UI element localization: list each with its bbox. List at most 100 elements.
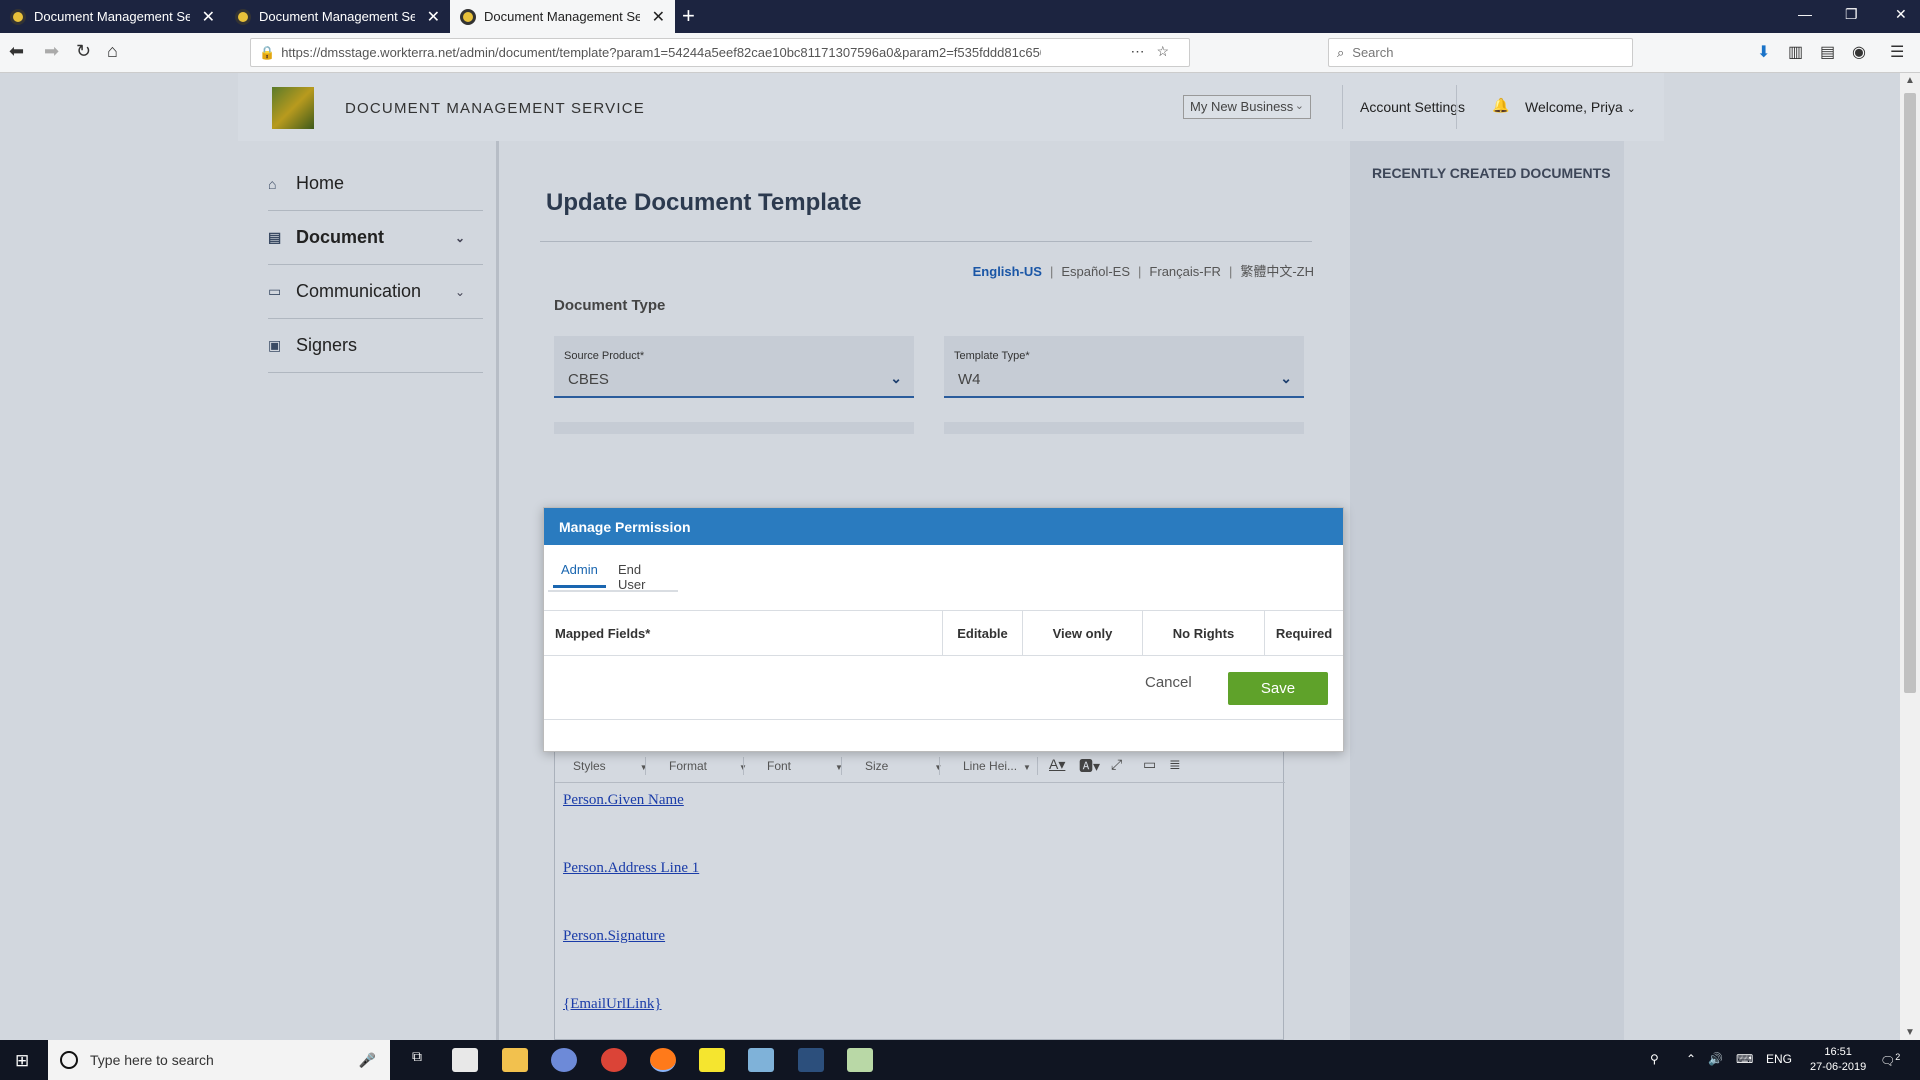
- user-menu[interactable]: Welcome, Priya ⌄: [1525, 99, 1636, 115]
- lock-icon: 🔒: [259, 44, 276, 60]
- sidebar-item-signers[interactable]: ▣ Signers: [268, 319, 483, 373]
- maximize-icon[interactable]: ⤢: [1111, 756, 1122, 773]
- notification-count: 2: [1895, 1052, 1901, 1062]
- mail-app-icon[interactable]: [452, 1048, 478, 1072]
- chevron-down-icon: ⌄: [1626, 103, 1636, 115]
- browser-tab[interactable]: Document Management Servic ✕: [0, 0, 225, 33]
- sticky-notes-icon[interactable]: [699, 1048, 725, 1072]
- sidebar-item-document[interactable]: ▤ Document ⌄: [268, 211, 483, 265]
- bell-icon[interactable]: 🔔: [1492, 97, 1509, 114]
- reload-icon[interactable]: ↻: [76, 41, 91, 62]
- account-icon[interactable]: ◉: [1852, 42, 1866, 62]
- lang-french[interactable]: Français-FR: [1149, 264, 1221, 279]
- back-icon[interactable]: ⬅: [9, 41, 24, 62]
- tab-admin[interactable]: Admin: [553, 562, 606, 588]
- close-tab-icon[interactable]: ✕: [427, 7, 440, 27]
- forward-icon[interactable]: ➡: [44, 41, 59, 62]
- styles-dropdown[interactable]: Styles ▼: [573, 759, 648, 773]
- search-icon: ⌕: [1337, 44, 1345, 60]
- windows-start-icon[interactable]: ⊞: [15, 1051, 29, 1071]
- logo[interactable]: [272, 87, 314, 129]
- cancel-button[interactable]: Cancel: [1139, 673, 1198, 692]
- system-clock[interactable]: 16:51 27-06-2019: [1810, 1045, 1866, 1075]
- file-explorer-icon[interactable]: [502, 1048, 528, 1072]
- business-select[interactable]: My New Business ⌄: [1183, 95, 1311, 119]
- page-actions-icon[interactable]: ⋯☆: [1130, 43, 1181, 60]
- size-dropdown[interactable]: Size▼: [865, 759, 942, 773]
- taskbar-search-input[interactable]: Type here to search 🎤: [48, 1040, 390, 1080]
- browser-tab[interactable]: Document Management Servic ✕: [225, 0, 450, 33]
- tab-title: Document Management Servic: [484, 9, 640, 24]
- account-settings-link[interactable]: Account Settings: [1360, 99, 1465, 115]
- site-favicon-icon: [10, 8, 26, 25]
- visual-studio-icon[interactable]: [798, 1048, 824, 1072]
- lang-spanish[interactable]: Español-ES: [1061, 264, 1130, 279]
- line-height-dropdown[interactable]: Line Hei... ▼: [963, 759, 1031, 773]
- signers-icon: ▣: [268, 337, 282, 353]
- chevron-down-icon: ⌄: [1280, 370, 1292, 386]
- source-product-select[interactable]: Source Product* CBES ⌄: [554, 336, 914, 398]
- scrollbar-thumb[interactable]: [1904, 93, 1916, 693]
- people-icon[interactable]: ⚲: [1650, 1052, 1659, 1066]
- permission-table-header: Mapped Fields* Editable View only No Rig…: [544, 610, 1343, 656]
- sidebar-icon[interactable]: ▤: [1820, 42, 1835, 62]
- sidebar-item-home[interactable]: ⌂ Home: [268, 157, 483, 211]
- firefox-icon[interactable]: [650, 1048, 676, 1072]
- tab-end-user[interactable]: End User: [610, 562, 678, 600]
- url-text[interactable]: https://dmsstage.workterra.net/admin/doc…: [281, 45, 1041, 60]
- chevron-up-icon[interactable]: ⌃: [1686, 1052, 1696, 1066]
- rich-text-editor[interactable]: Styles ▼ Format▼ Font▼ Size▼ Line Hei... ▼…: [554, 746, 1285, 1040]
- window-close-icon[interactable]: ✕: [1895, 6, 1907, 23]
- download-icon[interactable]: ⬇: [1757, 42, 1770, 62]
- format-dropdown[interactable]: Format▼: [669, 759, 747, 773]
- close-tab-icon[interactable]: ✕: [202, 7, 215, 27]
- field-value: CBES: [568, 371, 609, 388]
- field-label: Template Type*: [954, 350, 1030, 362]
- font-dropdown[interactable]: Font ▼: [767, 759, 843, 773]
- merge-field-link[interactable]: Person.Given Name: [563, 792, 684, 809]
- restore-icon[interactable]: ❐: [1845, 6, 1858, 23]
- chevron-down-icon: ⌄: [1294, 100, 1304, 112]
- divider: [645, 757, 646, 775]
- keyboard-icon[interactable]: ⌨: [1736, 1052, 1753, 1066]
- page-scrollbar[interactable]: ▲ ▼: [1900, 73, 1920, 1040]
- browser-tab-active[interactable]: Document Management Servic ✕: [450, 0, 675, 33]
- permission-tabs: Admin End User: [548, 562, 678, 592]
- recent-documents-panel: RECENTLY CREATED DOCUMENTS: [1350, 141, 1624, 1040]
- microphone-icon[interactable]: 🎤: [359, 1052, 376, 1069]
- scroll-down-icon[interactable]: ▼: [1905, 1027, 1915, 1038]
- notepad-icon[interactable]: [748, 1048, 774, 1072]
- column-required: Required: [1264, 611, 1343, 655]
- save-button[interactable]: Save: [1228, 672, 1328, 705]
- browser-search-input[interactable]: ⌕ Search: [1328, 38, 1633, 67]
- show-blocks-icon[interactable]: ▭: [1143, 756, 1156, 773]
- slack-icon[interactable]: [551, 1048, 577, 1072]
- new-tab-icon[interactable]: +: [682, 3, 695, 29]
- minimize-icon[interactable]: —: [1798, 6, 1812, 22]
- lang-english[interactable]: English-US: [973, 264, 1042, 279]
- cortana-icon: [60, 1051, 78, 1069]
- merge-field-link[interactable]: Person.Signature: [563, 928, 665, 945]
- language-indicator[interactable]: ENG: [1766, 1052, 1792, 1066]
- template-type-select[interactable]: Template Type* W4 ⌄: [944, 336, 1304, 398]
- url-bar[interactable]: 🔒 https://dmsstage.workterra.net/admin/d…: [250, 38, 1190, 67]
- lang-chinese[interactable]: 繁體中文-ZH: [1240, 264, 1314, 279]
- notifications-icon[interactable]: 🗨2: [1880, 1052, 1900, 1068]
- library-icon[interactable]: ▥: [1788, 42, 1803, 62]
- task-view-icon[interactable]: ⧉: [404, 1048, 430, 1072]
- sidebar-item-communication[interactable]: ▭ Communication ⌄: [268, 265, 483, 319]
- merge-field-link[interactable]: {EmailUrlLink}: [563, 996, 662, 1013]
- background-color-icon[interactable]: 🅰▾: [1079, 756, 1100, 776]
- volume-icon[interactable]: 🔊: [1708, 1052, 1723, 1066]
- home-icon[interactable]: ⌂: [107, 41, 118, 62]
- menu-icon[interactable]: ☰: [1890, 42, 1904, 62]
- merge-field-link[interactable]: Person.Address Line 1: [563, 860, 699, 877]
- archive-app-icon[interactable]: [847, 1048, 873, 1072]
- manage-permission-dialog: Manage Permission Admin End User Mapped …: [543, 507, 1344, 752]
- close-tab-icon[interactable]: ✕: [652, 7, 665, 27]
- chrome-icon[interactable]: [601, 1048, 627, 1072]
- page-title: Update Document Template: [546, 189, 862, 216]
- indent-icon[interactable]: ≣: [1169, 756, 1181, 773]
- text-color-icon[interactable]: A▾: [1049, 756, 1065, 773]
- scroll-up-icon[interactable]: ▲: [1905, 75, 1915, 86]
